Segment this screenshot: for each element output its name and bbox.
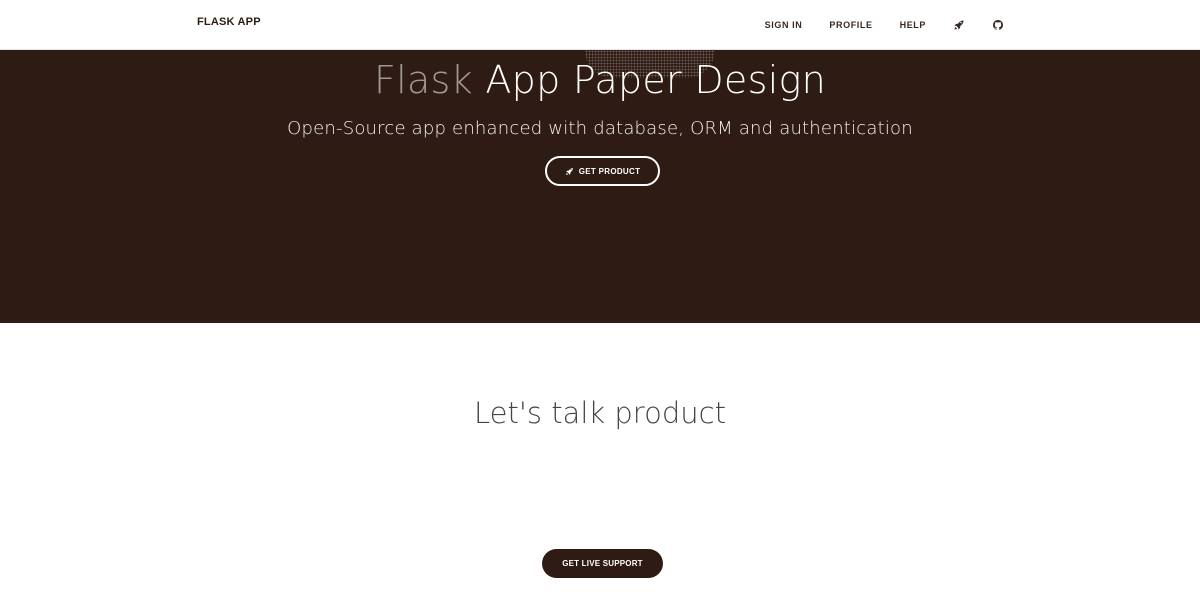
get-product-button[interactable]: GET PRODUCT <box>545 156 660 186</box>
hero-subtitle: Open-Source app enhanced with database, … <box>287 118 913 139</box>
nav-link-help[interactable]: HELP <box>900 20 926 30</box>
rocket-icon[interactable] <box>953 19 965 31</box>
brand-link[interactable]: FLASK APP <box>197 16 261 28</box>
hero-title-faded: Flask <box>373 58 473 102</box>
nav-link-profile[interactable]: PROFILE <box>829 20 872 30</box>
get-product-label: GET PRODUCT <box>578 166 641 176</box>
top-navbar: FLASK APP SIGN IN PROFILE HELP <box>0 0 1200 50</box>
rocket-icon <box>565 167 573 175</box>
hero-title-main: App Paper Design <box>472 58 827 102</box>
get-live-support-button[interactable]: GET LIVE SUPPORT <box>542 549 663 578</box>
github-icon[interactable] <box>992 19 1004 31</box>
section-title: Let's talk product <box>474 396 726 430</box>
hero-section: Flask App Paper Design Open-Source app e… <box>0 50 1200 323</box>
hero-title: Flask App Paper Design <box>0 58 1200 102</box>
nav-links: SIGN IN PROFILE HELP <box>738 0 1004 50</box>
nav-link-sign-in[interactable]: SIGN IN <box>765 20 803 30</box>
